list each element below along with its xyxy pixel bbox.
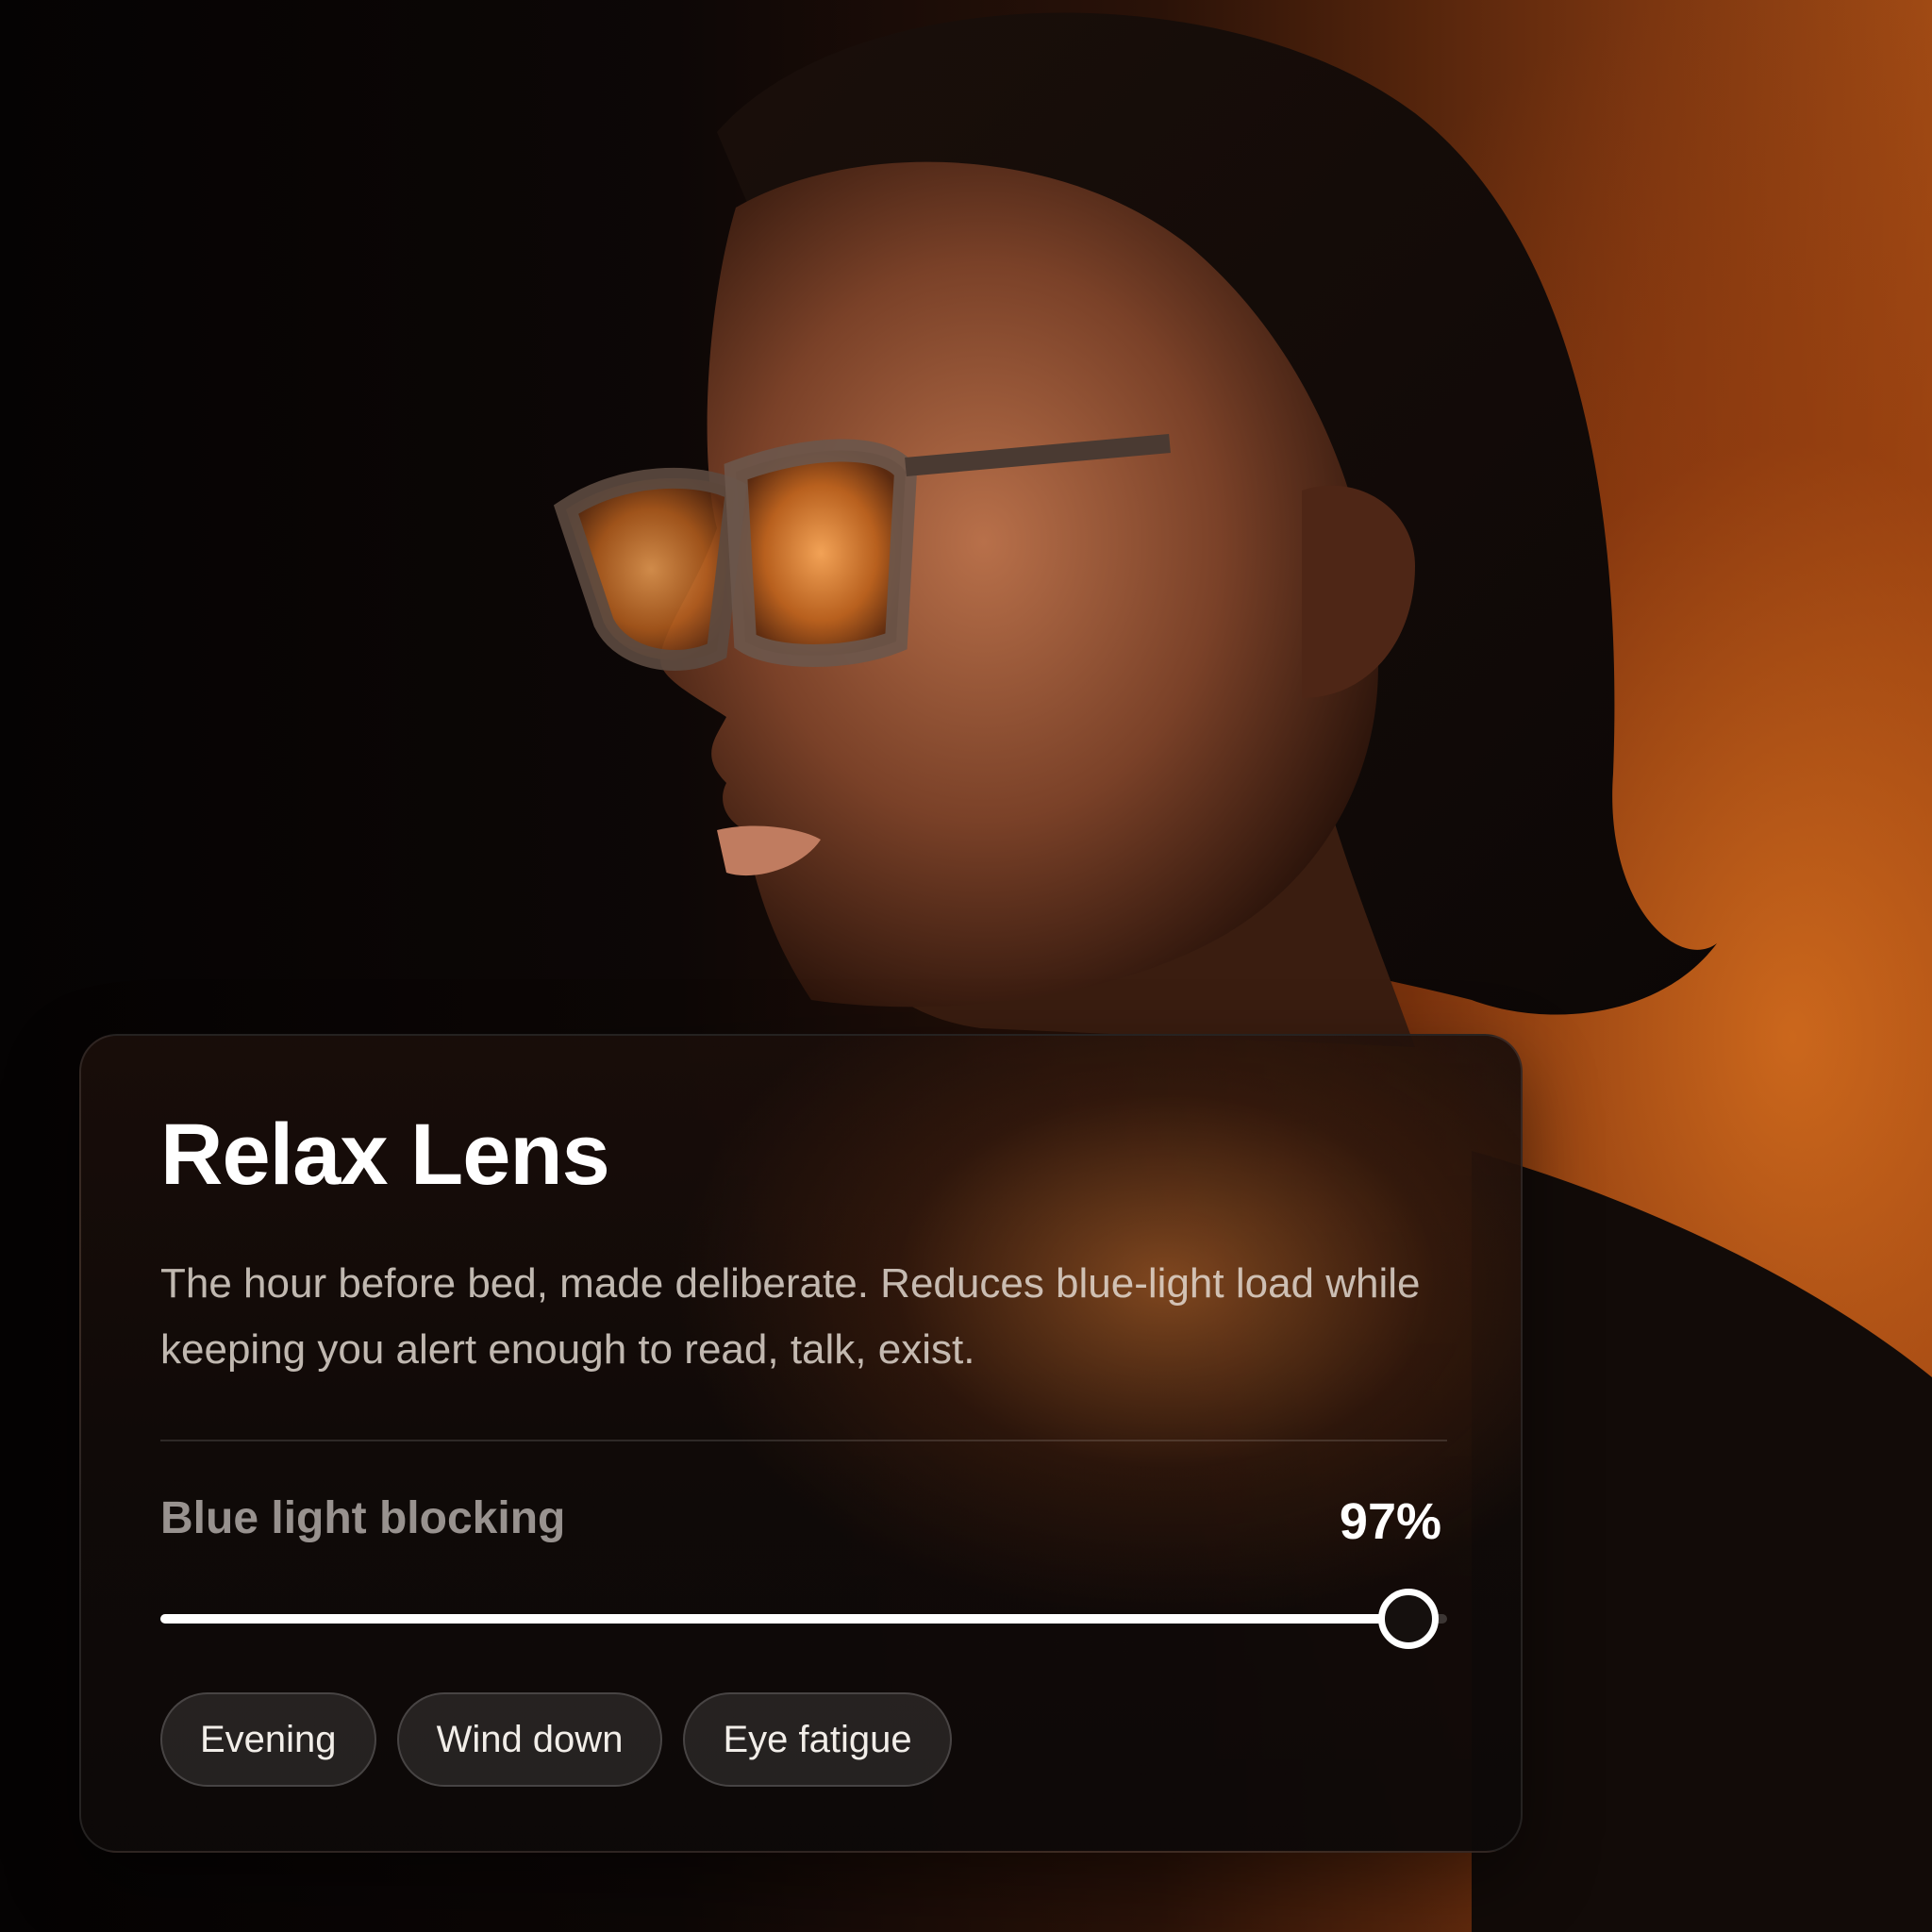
tag-chip[interactable]: Evening <box>160 1692 376 1787</box>
metric-value: 97% <box>1339 1493 1441 1550</box>
card-description: The hour before bed, made deliberate. Re… <box>160 1260 1421 1373</box>
slider-fill <box>160 1614 1409 1624</box>
card-divider <box>160 1440 1447 1441</box>
hero-stage: Relax Lens The hour before bed, made del… <box>0 0 1932 1932</box>
card-title: Relax Lens <box>160 1107 610 1203</box>
slider-thumb[interactable] <box>1378 1589 1440 1649</box>
metric-label: Blue light blocking <box>160 1493 566 1543</box>
garment-shape <box>1472 1151 1932 1932</box>
tag-list: Evening Wind down Eye fatigue <box>160 1692 952 1787</box>
blue-light-slider[interactable] <box>160 1589 1447 1649</box>
tag-chip[interactable]: Wind down <box>396 1692 663 1787</box>
tag-chip[interactable]: Eye fatigue <box>683 1692 952 1787</box>
lens-card: Relax Lens The hour before bed, made del… <box>79 1034 1523 1853</box>
